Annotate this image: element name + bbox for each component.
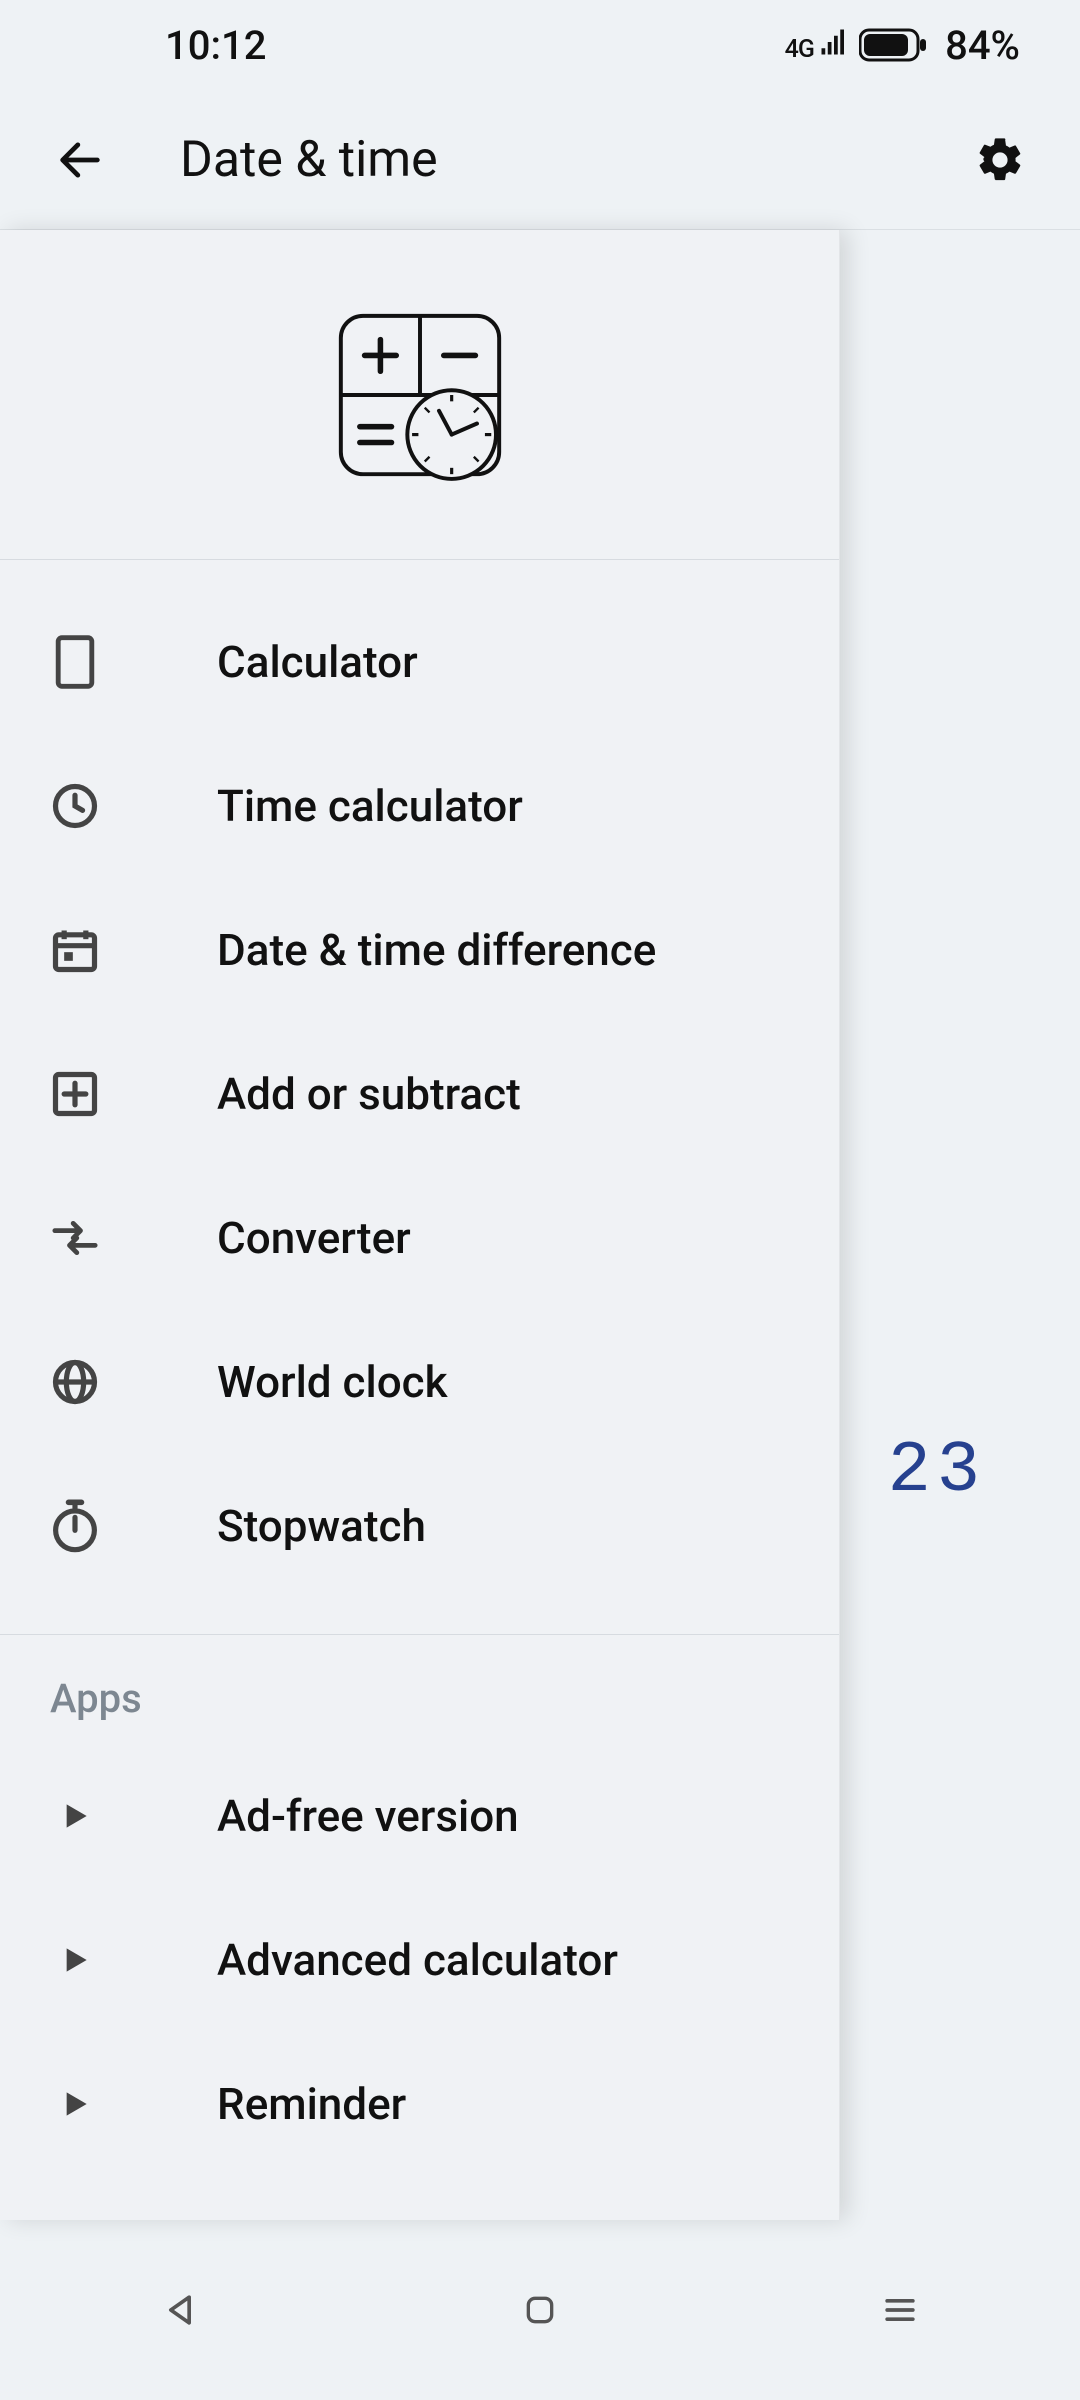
nav-item-stopwatch[interactable]: Stopwatch [0, 1454, 839, 1598]
nav-item-label: Ad-free version [217, 1790, 519, 1842]
menu-recents-icon [878, 2288, 922, 2332]
signal-icon [819, 27, 849, 57]
section-title-apps: Apps [0, 1641, 839, 1734]
nav-item-label: Calculator [217, 636, 418, 688]
arrows-icon [45, 1208, 105, 1268]
app-bar: Date & time [0, 90, 1080, 230]
calendar-icon [45, 920, 105, 980]
section-divider [0, 1634, 839, 1635]
nav-item-time-calculator[interactable]: Time calculator [0, 734, 839, 878]
plus-box-icon [45, 1064, 105, 1124]
nav-recents-button[interactable] [865, 2275, 935, 2345]
status-time: 10:12 [165, 22, 266, 69]
battery-percentage: 84% [945, 22, 1020, 69]
page-title: Date & time [180, 131, 970, 189]
battery-icon [859, 27, 929, 63]
clock-icon [45, 776, 105, 836]
nav-item-label: Add or subtract [217, 1068, 521, 1120]
background-value-peek: 23 [888, 1430, 986, 1512]
status-bar: 10:12 4G 84% [0, 0, 1080, 90]
nav-item-label: Time calculator [217, 780, 523, 832]
gear-icon [974, 134, 1026, 186]
nav-item-converter[interactable]: Converter [0, 1166, 839, 1310]
nav-item-label: Reminder [217, 2078, 406, 2130]
nav-item-reminder[interactable]: Reminder [0, 2032, 839, 2176]
play-icon [45, 1930, 105, 1990]
nav-home-button[interactable] [505, 2275, 575, 2345]
status-right: 4G 84% [785, 22, 1020, 69]
back-button[interactable] [50, 130, 110, 190]
nav-item-advanced-calculator[interactable]: Advanced calculator [0, 1888, 839, 2032]
settings-button[interactable] [970, 130, 1030, 190]
play-icon [45, 1786, 105, 1846]
nav-item-label: Stopwatch [217, 1500, 426, 1552]
play-icon [45, 2074, 105, 2134]
drawer-main-list: Calculator Time calculator Date & time d… [0, 560, 839, 1628]
drawer-header [0, 230, 839, 560]
nav-item-calculator[interactable]: Calculator [0, 590, 839, 734]
network-indicator: 4G [785, 27, 849, 64]
system-nav-bar [0, 2220, 1080, 2400]
globe-icon [45, 1352, 105, 1412]
nav-item-world-clock[interactable]: World clock [0, 1310, 839, 1454]
nav-item-label: World clock [217, 1356, 448, 1408]
nav-back-button[interactable] [145, 2275, 215, 2345]
nav-item-label: Converter [217, 1212, 411, 1264]
triangle-back-icon [158, 2288, 202, 2332]
calculator-icon [45, 632, 105, 692]
navigation-drawer: Calculator Time calculator Date & time d… [0, 230, 840, 2220]
stopwatch-icon [45, 1496, 105, 1556]
nav-item-date-time-difference[interactable]: Date & time difference [0, 878, 839, 1022]
arrow-left-icon [54, 134, 106, 186]
nav-item-label: Date & time difference [217, 924, 656, 976]
nav-item-add-subtract[interactable]: Add or subtract [0, 1022, 839, 1166]
app-logo-icon [325, 300, 515, 490]
square-home-icon [520, 2290, 560, 2330]
nav-item-label: Advanced calculator [217, 1934, 618, 1986]
drawer-apps-list: Ad-free version Advanced calculator Remi… [0, 1734, 839, 2206]
nav-item-ad-free[interactable]: Ad-free version [0, 1744, 839, 1888]
